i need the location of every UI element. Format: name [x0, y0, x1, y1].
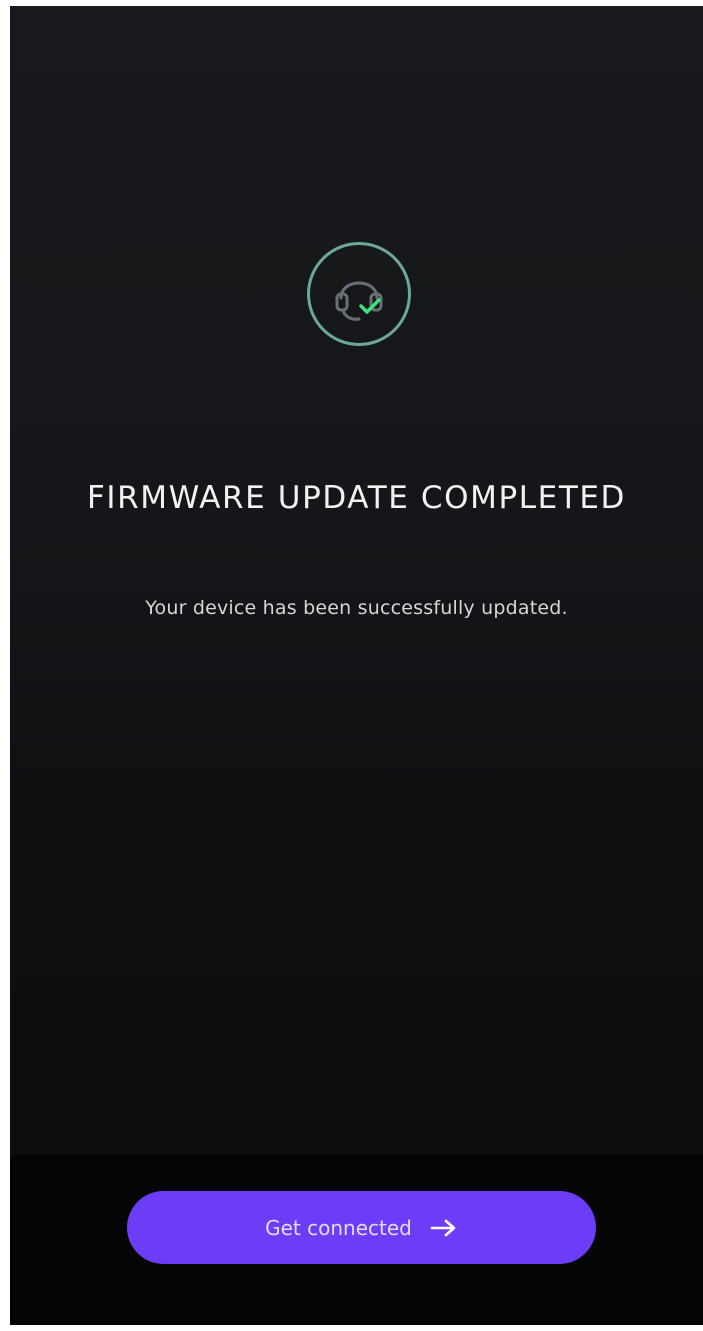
get-connected-button[interactable]: Get connected [127, 1191, 596, 1264]
page-title: FIRMWARE UPDATE COMPLETED [86, 480, 627, 516]
get-connected-label: Get connected [265, 1215, 412, 1240]
status-icon-ring [307, 242, 411, 346]
firmware-update-screen: FIRMWARE UPDATE COMPLETED Your device ha… [10, 6, 703, 1325]
status-message: Your device has been successfully update… [145, 597, 568, 619]
headset-check-icon [335, 281, 383, 321]
arrow-right-icon [430, 1218, 458, 1238]
